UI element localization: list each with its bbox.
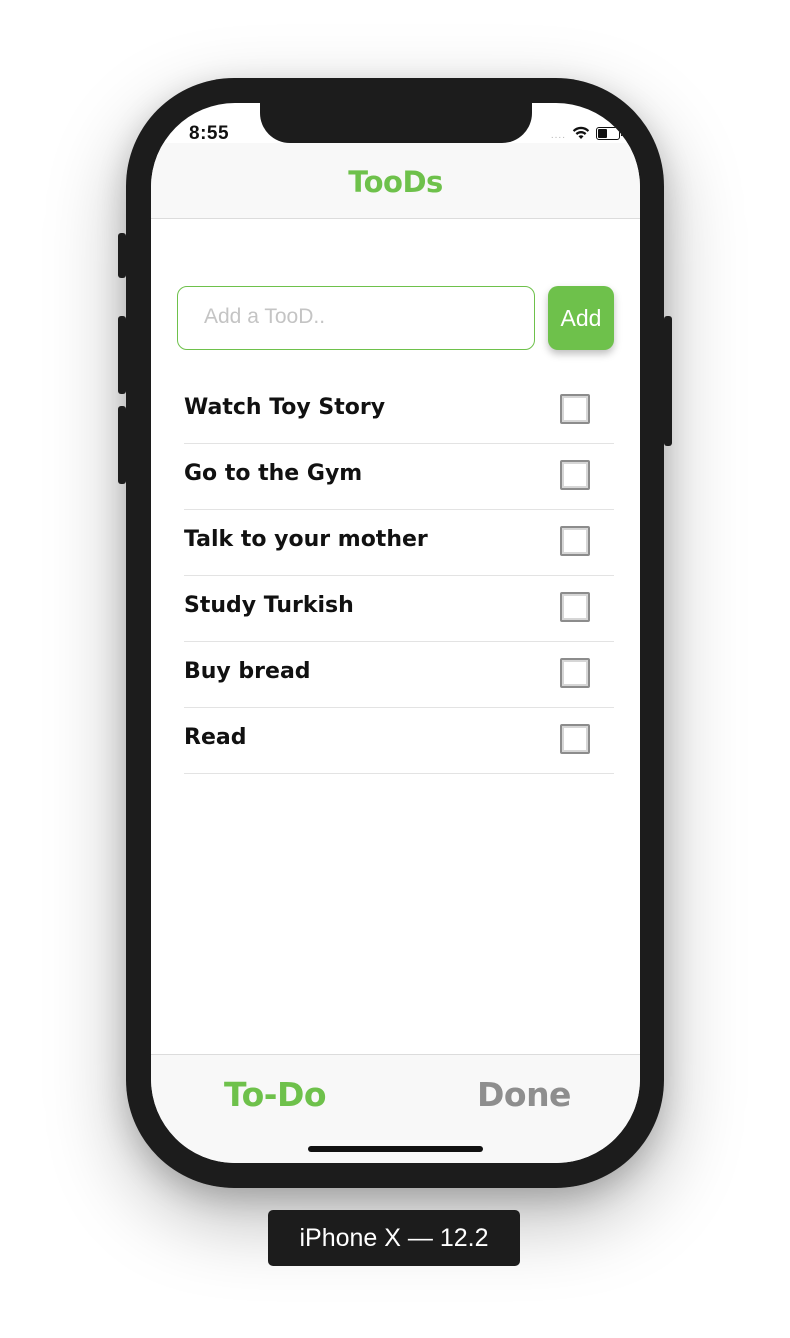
device-label: iPhone X — 12.2 xyxy=(268,1210,520,1266)
todo-text: Watch Toy Story xyxy=(184,395,386,420)
navigation-bar: TooDs xyxy=(151,143,640,219)
todo-checkbox[interactable] xyxy=(560,394,590,424)
tab-todo[interactable]: To-Do xyxy=(224,1075,327,1114)
nav-title: TooDs xyxy=(348,165,443,199)
tab-done[interactable]: Done xyxy=(477,1075,571,1114)
wifi-icon xyxy=(572,126,590,139)
todo-checkbox[interactable] xyxy=(560,526,590,556)
todo-item: Go to the Gym xyxy=(184,444,614,510)
power-button xyxy=(664,316,672,446)
todo-checkbox[interactable] xyxy=(560,592,590,622)
todo-text: Talk to your mother xyxy=(184,527,428,552)
volume-down-button xyxy=(118,406,126,484)
add-todo-field[interactable] xyxy=(177,286,535,350)
add-todo-input[interactable] xyxy=(202,287,526,347)
todo-checkbox[interactable] xyxy=(560,658,590,688)
app-screen: 8:55 .... TooDs Add Watch Toy Story Go t… xyxy=(151,103,640,1163)
status-time: 8:55 xyxy=(189,123,230,144)
signal-icon: .... xyxy=(550,129,566,141)
status-icons: .... xyxy=(550,123,623,143)
battery-icon xyxy=(596,126,623,140)
add-button[interactable]: Add xyxy=(548,286,614,350)
todo-text: Buy bread xyxy=(184,659,311,684)
todo-item: Study Turkish xyxy=(184,576,614,642)
volume-up-button xyxy=(118,316,126,394)
todo-text: Go to the Gym xyxy=(184,461,363,486)
mute-switch xyxy=(118,233,126,278)
todo-checkbox[interactable] xyxy=(560,460,590,490)
todo-item: Buy bread xyxy=(184,642,614,708)
todo-text: Study Turkish xyxy=(184,593,354,618)
notch xyxy=(260,103,532,143)
todo-item: Talk to your mother xyxy=(184,510,614,576)
home-indicator[interactable] xyxy=(308,1146,483,1152)
todo-checkbox[interactable] xyxy=(560,724,590,754)
todo-item: Watch Toy Story xyxy=(184,378,614,444)
todo-text: Read xyxy=(184,725,247,750)
todo-item: Read xyxy=(184,708,614,774)
todo-list: Watch Toy Story Go to the Gym Talk to yo… xyxy=(184,378,614,774)
